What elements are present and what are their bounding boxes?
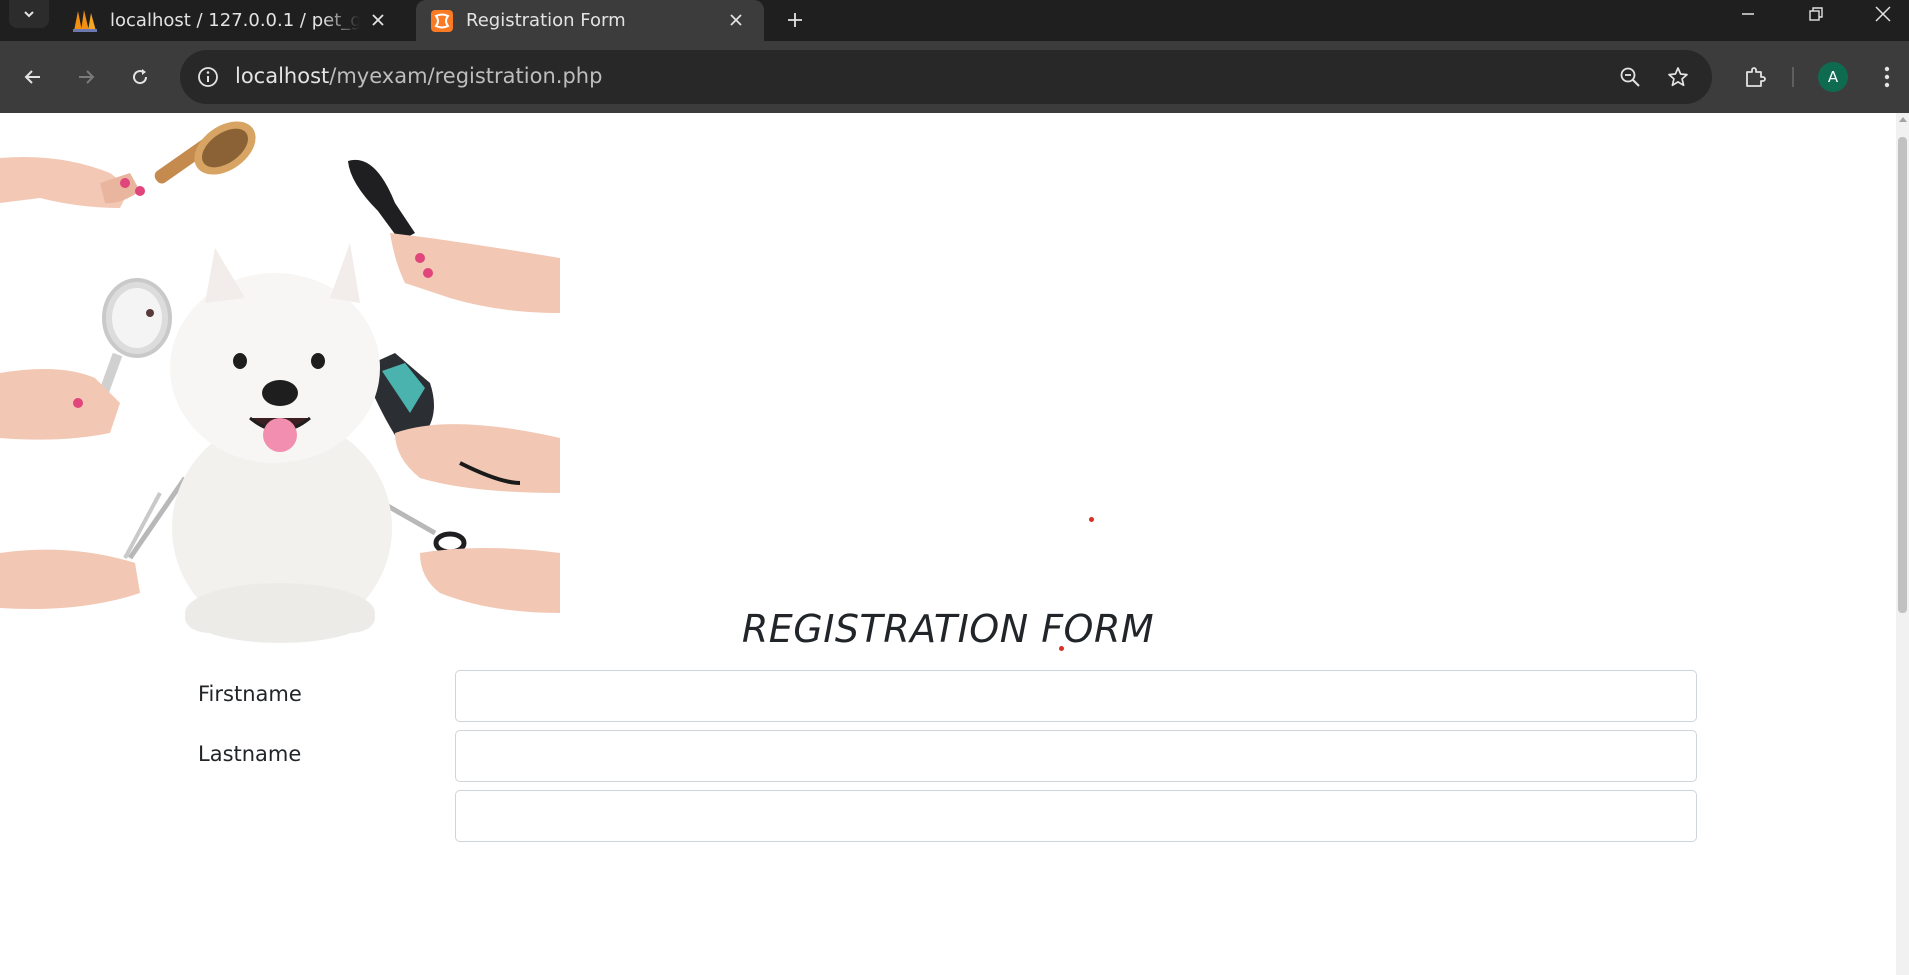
chevron-down-icon	[24, 11, 34, 18]
cursor-marker-dot	[1089, 517, 1094, 522]
reload-icon	[133, 69, 148, 85]
tab-registration-form[interactable]: Registration Form	[416, 0, 764, 41]
lastname-input[interactable]	[455, 730, 1697, 782]
zoom-button[interactable]	[1616, 63, 1644, 91]
address-bar[interactable]: localhost/myexam/registration.php	[180, 50, 1712, 104]
tab-title: Registration Form	[466, 10, 626, 31]
scissors-left-image	[0, 476, 188, 609]
puzzle-icon	[1746, 67, 1766, 87]
next-field-input[interactable]	[455, 790, 1697, 842]
restore-icon	[1809, 7, 1823, 21]
page-scrollbar[interactable]	[1896, 113, 1909, 975]
dog-grooming-illustration	[0, 121, 560, 643]
url-host: localhost	[235, 64, 330, 88]
minimize-icon	[1742, 13, 1754, 15]
browser-toolbar: localhost/myexam/registration.php A	[0, 41, 1909, 113]
profile-avatar[interactable]: A	[1818, 62, 1848, 92]
minimize-button[interactable]	[1720, 0, 1776, 28]
forward-button[interactable]	[68, 59, 104, 95]
hair-brush-image	[0, 121, 256, 208]
new-tab-button[interactable]	[781, 6, 809, 34]
hand-mirror-image	[0, 278, 172, 440]
tab-phpmyadmin[interactable]: localhost / 127.0.0.1 / pet_grooming	[56, 0, 406, 41]
form-row-firstname: Firstname	[0, 670, 1896, 722]
form-row-lastname: Lastname	[0, 730, 1896, 782]
info-icon	[198, 67, 218, 87]
tab-title: localhost / 127.0.0.1 / pet_grooming	[110, 10, 360, 31]
close-icon[interactable]	[726, 10, 746, 30]
west-highland-terrier-image	[170, 243, 392, 643]
cursor-marker-dot	[1059, 646, 1064, 651]
form-title: REGISTRATION FORM	[0, 607, 1896, 651]
black-brush-image	[348, 159, 560, 313]
url-text[interactable]: localhost/myexam/registration.php	[235, 64, 602, 88]
scissors-right-image	[363, 490, 560, 613]
more-vertical-icon	[1884, 66, 1890, 88]
hair-clipper-image	[362, 353, 560, 493]
arrow-right-icon	[79, 70, 95, 84]
close-icon	[1874, 6, 1891, 22]
lastname-label: Lastname	[198, 742, 302, 766]
reload-button[interactable]	[122, 59, 158, 95]
star-icon	[1668, 67, 1688, 87]
extensions-button[interactable]	[1737, 59, 1773, 95]
restore-button[interactable]	[1788, 0, 1844, 28]
form-title-text: REGISTRATION FORM	[741, 607, 1155, 651]
xampp-icon	[431, 9, 453, 32]
bookmark-button[interactable]	[1664, 63, 1692, 91]
close-window-button[interactable]	[1856, 0, 1909, 28]
back-button[interactable]	[15, 59, 51, 95]
form-row-next-field	[0, 790, 1896, 842]
browser-menu-button[interactable]	[1872, 59, 1902, 95]
firstname-label: Firstname	[198, 682, 302, 706]
site-info-button[interactable]	[194, 63, 222, 91]
scroll-up-arrow-icon[interactable]	[1899, 117, 1907, 122]
page-content: REGISTRATION FORM Firstname Lastname	[0, 113, 1896, 975]
arrow-left-icon	[24, 70, 40, 84]
toolbar-divider	[1792, 67, 1794, 87]
plus-icon	[788, 13, 802, 27]
tab-search-button[interactable]	[9, 0, 49, 28]
zoom-out-icon	[1620, 67, 1640, 87]
close-icon[interactable]	[368, 10, 388, 30]
scrollbar-thumb[interactable]	[1898, 137, 1907, 613]
phpmyadmin-sail-icon	[73, 9, 97, 32]
firstname-input[interactable]	[455, 670, 1697, 722]
url-path: /myexam/registration.php	[329, 64, 603, 88]
tab-strip: localhost / 127.0.0.1 / pet_grooming Reg…	[0, 0, 1909, 41]
